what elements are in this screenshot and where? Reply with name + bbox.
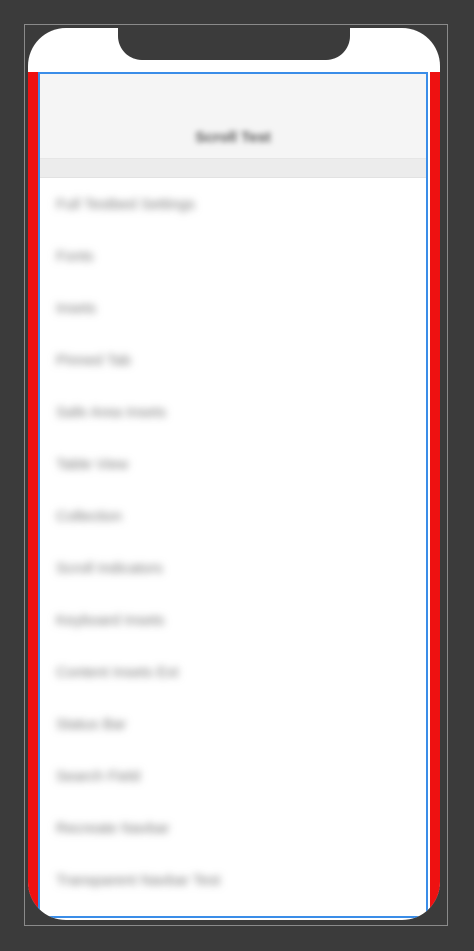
nav-title: Scroll Test [195,129,271,146]
list-item-label: Status Bar [56,715,127,733]
list-item[interactable]: Content Insets Ext [40,646,426,698]
list-item-label: Pinned Tab [56,351,131,369]
list-item-label: Recreate Navbar [56,819,170,837]
phone-frame: Scroll Test Full Testbed Settings Fonts … [28,28,440,920]
list-item-label: Search Field [56,767,141,785]
list-item-label: Table View [56,455,129,473]
list-item[interactable]: Transparent Navbar Test [40,854,426,906]
device-notch [118,28,350,60]
list-item[interactable]: Full Testbed Settings [40,178,426,230]
list-item[interactable]: Insets [40,282,426,334]
list-item-label: Full Testbed Settings [56,195,195,213]
list-item-label: Safe Area Insets [56,403,167,421]
list-item[interactable]: Keyboard Insets [40,594,426,646]
list-item-label: Transparent Navbar Test [56,871,221,889]
list-item[interactable]: Status Bar [40,698,426,750]
left-inset-bar [28,72,38,918]
list-item[interactable]: Collection [40,490,426,542]
settings-list: Full Testbed Settings Fonts Insets Pinne… [40,178,426,906]
list-item-label: Fonts [56,247,94,265]
list-item-label: Collection [56,507,122,525]
list-item-label: Insets [56,299,97,317]
list-item-label: Scroll Indicators [56,559,163,577]
list-item[interactable]: Fonts [40,230,426,282]
list-item-label: Keyboard Insets [56,611,165,629]
navigation-bar: Scroll Test [40,74,426,159]
list-item[interactable]: Recreate Navbar [40,802,426,854]
list-item[interactable]: Table View [40,438,426,490]
list-item-label: Content Insets Ext [56,663,179,681]
list-item[interactable]: Pinned Tab [40,334,426,386]
safe-area-view: Scroll Test Full Testbed Settings Fonts … [38,72,428,918]
right-inset-bar [430,72,440,918]
list-item[interactable]: Safe Area Insets [40,386,426,438]
section-header [40,159,426,178]
list-item[interactable]: Scroll Indicators [40,542,426,594]
list-item[interactable]: Search Field [40,750,426,802]
